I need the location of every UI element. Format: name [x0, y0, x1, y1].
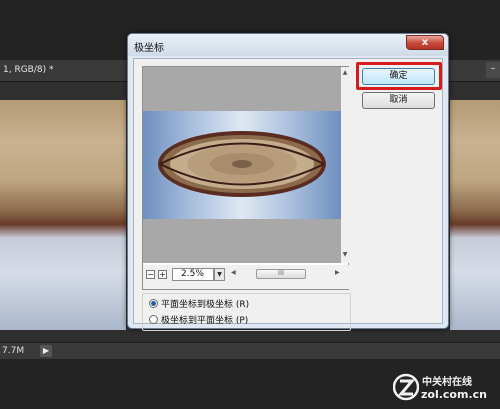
- panorama-image-right: [450, 100, 500, 330]
- radio-selected-icon[interactable]: [149, 299, 158, 308]
- status-menu-arrow-icon[interactable]: ▶: [40, 345, 52, 357]
- scroll-left-icon[interactable]: ◀: [231, 269, 236, 276]
- preview-panel: ▲ ▼ − + 2.5% ▼ ◀ III ▶: [142, 66, 349, 290]
- preview-controls: − + 2.5% ▼ ◀ III ▶: [143, 265, 349, 289]
- scroll-up-icon[interactable]: ▲: [341, 69, 349, 76]
- watermark-url: zol.com.cn: [421, 388, 487, 401]
- option-label: 平面坐标到极坐标 (R): [161, 300, 250, 310]
- horizontal-scroll-thumb[interactable]: III: [256, 269, 306, 279]
- zoom-in-button[interactable]: +: [158, 270, 167, 279]
- panorama-image-left: [0, 100, 126, 330]
- panel-minimize-button[interactable]: –: [486, 62, 500, 78]
- document-tab-label: 1, RGB/8) *: [3, 65, 54, 75]
- scroll-down-icon[interactable]: ▼: [341, 251, 349, 258]
- radio-polar-to-rectangular[interactable]: 极坐标到平面坐标 (P): [149, 315, 248, 327]
- close-button[interactable]: x: [406, 35, 444, 50]
- polar-coordinates-dialog: 极坐标 x ▲ ▼ − + 2.5% ▼ ◀ III ▶ 确定 取消 平面坐标到…: [127, 33, 449, 331]
- little-planet-preview: [158, 131, 326, 197]
- scroll-right-icon[interactable]: ▶: [335, 269, 340, 276]
- dialog-body: ▲ ▼ − + 2.5% ▼ ◀ III ▶ 确定 取消 平面坐标到极坐标 (R…: [133, 58, 443, 331]
- zoom-level-field[interactable]: 2.5%: [172, 268, 214, 281]
- dialog-titlebar[interactable]: 极坐标 x: [128, 34, 448, 56]
- preview-area[interactable]: [143, 67, 341, 263]
- preview-image: [143, 111, 341, 219]
- radio-unselected-icon[interactable]: [149, 315, 158, 324]
- dialog-title: 极坐标: [134, 43, 164, 54]
- cancel-button[interactable]: 取消: [362, 92, 435, 109]
- ok-button-highlight: [356, 62, 442, 90]
- radio-rectangular-to-polar[interactable]: 平面坐标到极坐标 (R): [149, 299, 249, 311]
- watermark-brand: 中关村在线: [422, 377, 472, 388]
- option-label: 极坐标到平面坐标 (P): [161, 316, 249, 326]
- conversion-options: 平面坐标到极坐标 (R) 极坐标到平面坐标 (P): [142, 293, 351, 331]
- preview-vertical-scrollbar[interactable]: ▲ ▼: [341, 67, 349, 263]
- zol-logo-icon: [393, 373, 419, 401]
- zoom-dropdown-icon[interactable]: ▼: [214, 268, 225, 281]
- status-bar: 7.7M ▶: [0, 342, 500, 359]
- zoom-out-button[interactable]: −: [146, 270, 155, 279]
- document-size-readout: 7.7M: [2, 346, 25, 356]
